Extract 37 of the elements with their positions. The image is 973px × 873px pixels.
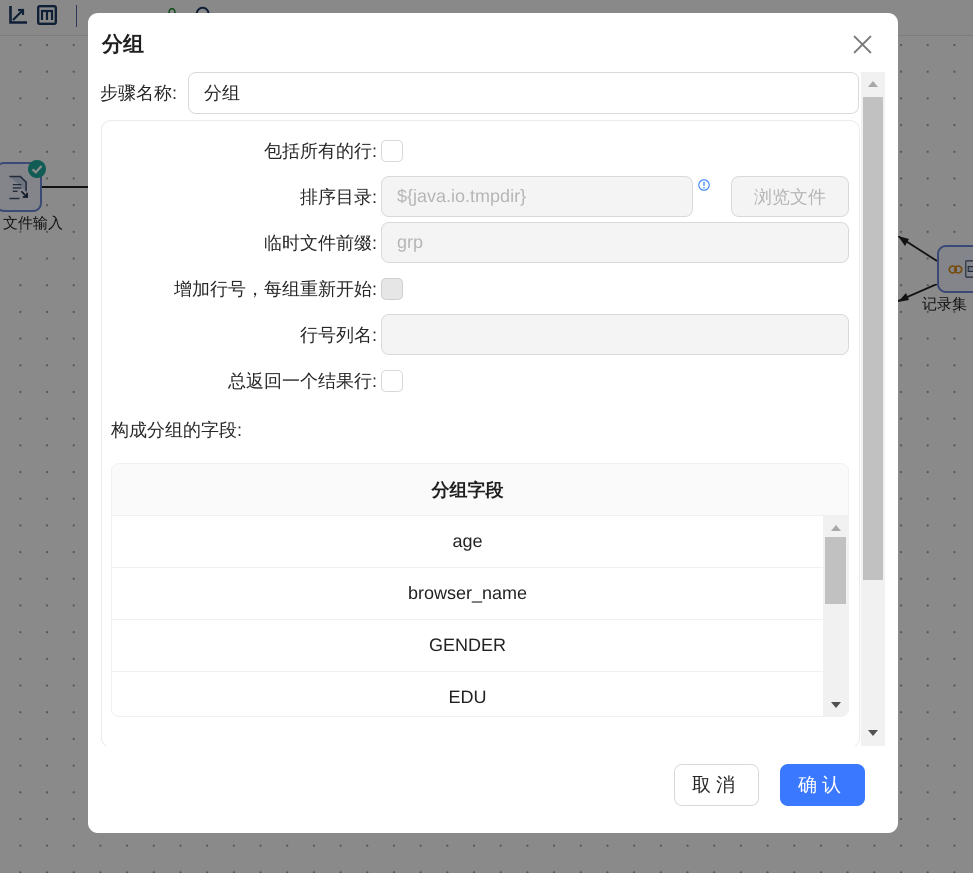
document-icon — [8, 174, 29, 200]
step-name-field[interactable]: 分组 — [188, 72, 859, 114]
down-triangle-icon[interactable] — [868, 730, 878, 736]
m-box-icon[interactable] — [37, 5, 57, 25]
down-triangle-icon[interactable] — [830, 702, 840, 708]
axis-chart-icon[interactable] — [8, 5, 28, 25]
scrollbar-thumb[interactable] — [825, 537, 846, 604]
checkbox[interactable] — [381, 370, 403, 392]
scrollbar[interactable] — [823, 516, 848, 716]
close-button[interactable] — [853, 35, 872, 54]
field-label: 临时文件前缀: — [264, 232, 377, 254]
section-label: 构成分组的字段: — [111, 419, 244, 442]
cancel-button[interactable]: 取消 — [674, 764, 759, 806]
node-label: 文件输入 — [3, 215, 63, 233]
scrollbar[interactable] — [861, 72, 885, 746]
connector-line — [42, 186, 88, 188]
field-label: 行号列名: — [300, 324, 377, 346]
table-cell[interactable]: GENDER — [112, 620, 823, 672]
field-label: 排序目录: — [300, 186, 377, 208]
scrollbar-thumb[interactable] — [863, 97, 883, 580]
checkbox[interactable] — [381, 140, 403, 162]
arrow-line — [898, 236, 937, 262]
table-cell[interactable]: browser_name — [112, 568, 823, 620]
field-label: 增加行号，每组重新开始: — [174, 278, 377, 300]
field-label: 包括所有的行: — [264, 140, 377, 162]
field-label: 总返回一个结果行: — [228, 370, 377, 392]
close-icon — [853, 35, 872, 54]
field-label: 步骤名称: — [100, 82, 178, 105]
up-triangle-icon[interactable] — [830, 525, 840, 531]
column-header: 分组字段 — [112, 464, 848, 516]
link-icon — [948, 264, 963, 274]
info-icon[interactable] — [698, 179, 710, 191]
confirm-button[interactable]: 确认 — [780, 764, 865, 806]
table-cell[interactable]: age — [112, 516, 823, 568]
node-label: 记录集 — [922, 296, 967, 314]
up-triangle-icon[interactable] — [868, 81, 878, 87]
dialog-title: 分组 — [102, 32, 144, 58]
